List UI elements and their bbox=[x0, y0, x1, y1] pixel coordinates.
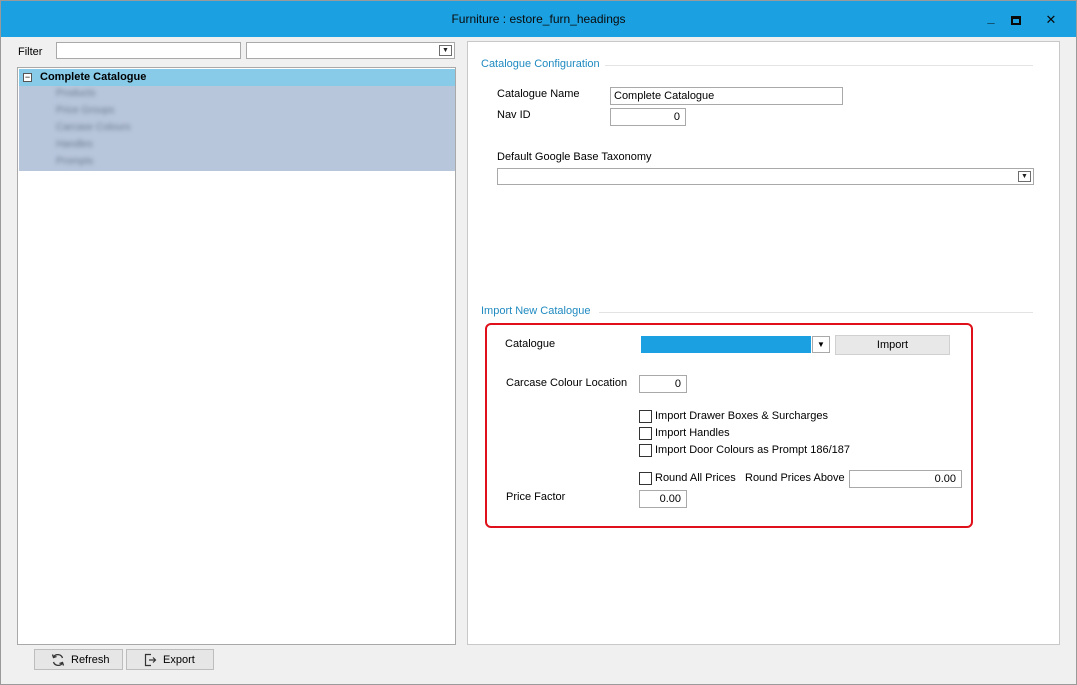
chevron-down-icon[interactable]: ▼ bbox=[812, 336, 830, 353]
tree-item[interactable]: Price Groups bbox=[56, 105, 114, 116]
refresh-button[interactable]: Refresh bbox=[34, 649, 123, 670]
chevron-down-icon[interactable]: ▼ bbox=[1018, 171, 1031, 182]
tree-root-label: Complete Catalogue bbox=[40, 71, 147, 83]
tree-item[interactable]: Prompts bbox=[56, 156, 93, 167]
filter-label: Filter bbox=[18, 46, 43, 58]
chevron-down-icon[interactable]: ▼ bbox=[439, 45, 452, 56]
catalogue-name-input[interactable] bbox=[610, 87, 843, 105]
import-door-colours-checkbox[interactable] bbox=[639, 444, 652, 457]
export-icon bbox=[144, 653, 157, 666]
import-drawer-boxes-label: Import Drawer Boxes & Surcharges bbox=[655, 410, 829, 422]
section-divider bbox=[605, 65, 1033, 66]
tree-children: Products Price Groups Carcase Colours Ha… bbox=[19, 86, 455, 171]
section-divider bbox=[599, 312, 1033, 313]
tree-root-item[interactable]: − Complete Catalogue bbox=[19, 69, 455, 86]
catalogue-configuration-title: Catalogue Configuration bbox=[481, 58, 600, 70]
round-all-prices-checkbox[interactable] bbox=[639, 472, 652, 485]
maximize-button[interactable] bbox=[1001, 7, 1031, 33]
import-handles-label: Import Handles bbox=[655, 427, 730, 439]
import-new-catalogue-title: Import New Catalogue bbox=[481, 305, 591, 317]
carcase-colour-location-label: Carcase Colour Location bbox=[506, 377, 628, 389]
export-label: Export bbox=[163, 653, 195, 666]
filter-combo[interactable]: ▼ bbox=[246, 42, 455, 59]
close-icon: ✕ bbox=[1045, 12, 1057, 27]
title-bar[interactable]: Furniture : estore_furn_headings _ ✕ bbox=[1, 1, 1076, 37]
price-factor-label: Price Factor bbox=[506, 491, 566, 503]
application-window: Furniture : estore_furn_headings _ ✕ Fil… bbox=[0, 0, 1077, 685]
export-button[interactable]: Export bbox=[126, 649, 214, 670]
tree-item[interactable]: Handles bbox=[56, 139, 93, 150]
nav-id-label: Nav ID bbox=[497, 109, 531, 121]
minimize-icon: _ bbox=[987, 9, 995, 25]
collapse-icon[interactable]: − bbox=[23, 73, 32, 82]
filter-input[interactable] bbox=[56, 42, 241, 59]
tree-item[interactable]: Carcase Colours bbox=[56, 122, 130, 133]
import-handles-checkbox[interactable] bbox=[639, 427, 652, 440]
import-button[interactable]: Import bbox=[835, 335, 950, 355]
nav-id-input[interactable]: 0 bbox=[610, 108, 686, 126]
import-drawer-boxes-checkbox[interactable] bbox=[639, 410, 652, 423]
maximize-icon bbox=[1011, 15, 1021, 25]
taxonomy-combo[interactable]: ▼ bbox=[497, 168, 1034, 185]
carcase-colour-location-input[interactable]: 0 bbox=[639, 375, 687, 393]
import-door-colours-label: Import Door Colours as Prompt 186/187 bbox=[655, 444, 851, 456]
taxonomy-label: Default Google Base Taxonomy bbox=[497, 151, 652, 163]
price-factor-input[interactable]: 0.00 bbox=[639, 490, 687, 508]
round-prices-above-label: Round Prices Above bbox=[745, 472, 845, 484]
refresh-label: Refresh bbox=[71, 653, 110, 666]
round-all-prices-label: Round All Prices bbox=[655, 472, 736, 484]
catalogue-label: Catalogue bbox=[505, 338, 556, 350]
catalogue-name-label: Catalogue Name bbox=[497, 88, 580, 100]
round-prices-above-input[interactable]: 0.00 bbox=[849, 470, 962, 488]
catalogue-combo[interactable] bbox=[641, 336, 811, 353]
window-title: Furniture : estore_furn_headings bbox=[451, 12, 626, 26]
close-button[interactable]: ✕ bbox=[1036, 7, 1066, 33]
catalogue-tree[interactable]: − Complete Catalogue Products Price Grou… bbox=[17, 67, 456, 645]
tree-item[interactable]: Products bbox=[56, 88, 95, 99]
refresh-icon bbox=[51, 653, 65, 666]
